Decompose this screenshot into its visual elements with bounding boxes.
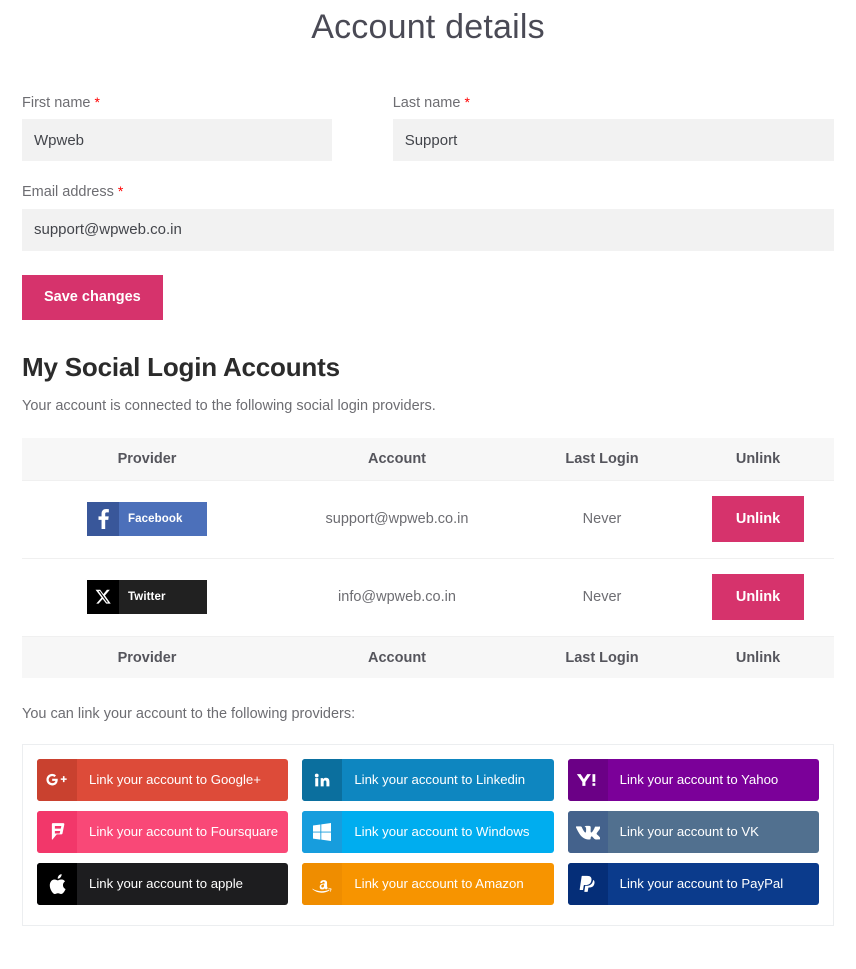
unlink-button[interactable]: Unlink	[712, 496, 804, 543]
apple-icon	[37, 863, 77, 906]
last-name-input[interactable]	[392, 119, 834, 162]
required-asterisk: *	[464, 94, 470, 110]
link-paypal-button[interactable]: Link your account to PayPal	[567, 863, 819, 906]
cell-provider: Facebook	[22, 479, 272, 559]
column-footer-account: Account	[272, 636, 522, 679]
cell-last-login: Never	[522, 558, 682, 637]
column-footer-last-login: Last Login	[522, 636, 682, 679]
table-head: Provider Account Last Login Unlink	[22, 438, 834, 481]
link-button-label: Link your account to Yahoo	[619, 772, 779, 788]
last-name-field-group: Last name *	[392, 94, 834, 162]
amazon-icon	[302, 863, 343, 906]
link-google-plus-button[interactable]: Link your account to Google+	[37, 759, 289, 802]
column-header-provider: Provider	[22, 438, 272, 481]
table-body: Facebook support@wpweb.co.in Never Unlin…	[22, 479, 834, 637]
email-label: Email address *	[22, 183, 834, 201]
column-header-unlink: Unlink	[682, 438, 834, 481]
link-button-label: Link your account to Linkedin	[354, 772, 526, 788]
first-name-label-text: First name	[22, 95, 91, 111]
provider-badge-label: Facebook	[119, 502, 207, 537]
table-row: Twitter info@wpweb.co.in Never Unlink	[22, 558, 834, 637]
column-header-last-login: Last Login	[522, 438, 682, 481]
link-button-label: Link your account to PayPal	[619, 876, 784, 892]
last-name-label-text: Last name	[392, 95, 461, 111]
email-label-text: Email address	[22, 184, 114, 201]
cell-account: support@wpweb.co.in	[272, 479, 522, 559]
link-button-label: Link your account to Google+	[89, 772, 261, 788]
social-accounts-heading: My Social Login Accounts	[22, 352, 340, 383]
column-footer-provider: Provider	[22, 636, 272, 679]
email-input[interactable]	[22, 208, 834, 251]
link-button-label: Link your account to Foursquare	[89, 824, 279, 840]
cell-account: info@wpweb.co.in	[272, 558, 522, 637]
link-yahoo-button[interactable]: Link your account to Yahoo	[567, 759, 819, 802]
provider-badge-twitter[interactable]: Twitter	[87, 580, 207, 615]
first-name-label: First name *	[22, 94, 332, 112]
table-footer-row: Provider Account Last Login Unlink	[22, 636, 834, 679]
foursquare-icon	[37, 811, 77, 854]
cell-last-login: Never	[522, 479, 682, 559]
account-details-form: First name * Last name * Email address *	[0, 94, 856, 321]
required-asterisk: *	[117, 183, 124, 200]
link-providers-panel: Link your account to Google+ Link your a…	[22, 744, 834, 927]
link-button-label: Link your account to apple	[89, 876, 243, 892]
provider-badge-label: Twitter	[119, 580, 207, 615]
account-details-page: Account details First name * Last name *	[0, 0, 856, 969]
windows-icon	[302, 811, 343, 854]
link-button-label: Link your account to Windows	[354, 824, 530, 840]
table-row: Facebook support@wpweb.co.in Never Unlin…	[22, 479, 834, 559]
column-header-account: Account	[272, 438, 522, 481]
twitter-x-icon	[87, 580, 119, 615]
last-name-label: Last name *	[393, 94, 834, 112]
cell-unlink: Unlink	[682, 558, 834, 637]
vk-icon	[567, 811, 608, 854]
cell-unlink: Unlink	[682, 479, 834, 559]
link-button-label: Link your account to VK	[619, 824, 759, 840]
link-linkedin-button[interactable]: Link your account to Linkedin	[302, 759, 554, 802]
first-name-field-group: First name *	[22, 94, 332, 162]
yahoo-icon	[567, 759, 608, 802]
link-amazon-button[interactable]: Link your account to Amazon	[302, 863, 554, 906]
name-fields-row: First name * Last name *	[22, 94, 834, 162]
field-spacer	[22, 161, 834, 183]
social-accounts-subtitle: Your account is connected to the followi…	[22, 398, 436, 415]
social-accounts-table: Provider Account Last Login Unlink Faceb…	[22, 438, 834, 679]
paypal-icon	[567, 863, 608, 906]
required-asterisk: *	[94, 94, 100, 110]
save-changes-button[interactable]: Save changes	[22, 274, 163, 321]
link-button-label: Link your account to Amazon	[354, 876, 524, 892]
link-windows-button[interactable]: Link your account to Windows	[302, 811, 554, 854]
table-header-row: Provider Account Last Login Unlink	[22, 438, 834, 481]
google-plus-icon	[37, 759, 77, 802]
link-providers-intro: You can link your account to the followi…	[22, 706, 356, 723]
link-vk-button[interactable]: Link your account to VK	[567, 811, 819, 854]
link-providers-grid: Link your account to Google+ Link your a…	[37, 759, 819, 906]
cell-provider: Twitter	[22, 558, 272, 637]
link-foursquare-button[interactable]: Link your account to Foursquare	[37, 811, 289, 854]
page-title: Account details	[311, 8, 545, 46]
link-apple-button[interactable]: Link your account to apple	[37, 863, 289, 906]
column-footer-unlink: Unlink	[682, 636, 834, 679]
email-field-group: Email address *	[22, 183, 834, 251]
social-accounts-table-wrap: Provider Account Last Login Unlink Faceb…	[0, 438, 856, 679]
table-foot: Provider Account Last Login Unlink	[22, 636, 834, 679]
provider-badge-facebook[interactable]: Facebook	[87, 502, 207, 537]
linkedin-icon	[302, 759, 343, 802]
first-name-input[interactable]	[22, 119, 332, 162]
unlink-button[interactable]: Unlink	[712, 574, 804, 621]
facebook-icon	[87, 502, 119, 537]
